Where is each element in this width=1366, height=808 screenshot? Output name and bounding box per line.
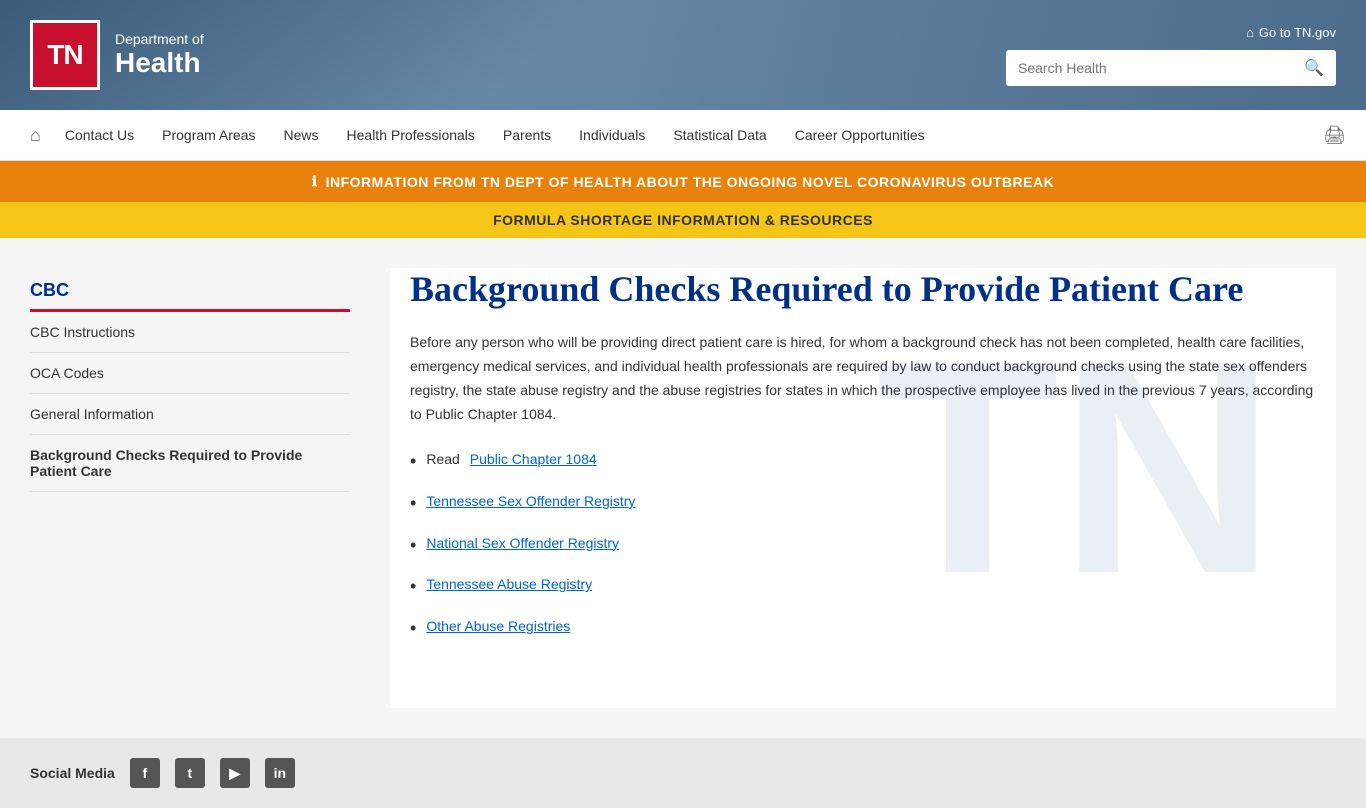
sidebar-item-background-checks[interactable]: Background Checks Required to Provide Pa… [30,435,350,492]
dept-text: Department of Health [115,31,204,79]
youtube-icon[interactable]: ▶ [220,758,250,788]
page-content: Background Checks Required to Provide Pa… [390,268,1336,639]
nav-program-areas[interactable]: Program Areas [148,110,269,160]
tn-sex-offender-link[interactable]: Tennessee Sex Offender Registry [426,493,635,509]
formula-shortage-text: FORMULA SHORTAGE INFORMATION & RESOURCES [493,212,873,228]
logo-area: TN Department of Health [30,20,204,90]
info-icon: ℹ [312,173,318,190]
site-header: TN Department of Health ⌂ Go to TN.gov 🔍 [0,0,1366,110]
dept-of-label: Department of [115,31,204,47]
coronavirus-banner[interactable]: ℹ INFORMATION FROM TN DEPT OF HEALTH ABO… [0,161,1366,202]
home-icon: ⌂ [1246,25,1254,40]
list-item-national-sex-offender: National Sex Offender Registry [410,535,1316,557]
health-label: Health [115,47,204,79]
nav-parents[interactable]: Parents [489,110,565,160]
list-item-public-chapter: Read Public Chapter 1084 [410,451,1316,473]
sidebar-item-cbc-instructions[interactable]: CBC Instructions [30,312,350,353]
nav-career-opportunities[interactable]: Career Opportunities [781,110,939,160]
tn-abuse-registry-link[interactable]: Tennessee Abuse Registry [426,576,592,592]
other-abuse-registries-link[interactable]: Other Abuse Registries [426,618,570,634]
go-to-tn-text: Go to TN.gov [1259,25,1336,40]
facebook-icon[interactable]: f [130,758,160,788]
footer: Social Media f t ▶ in [0,738,1366,808]
coronavirus-banner-text: INFORMATION FROM TN DEPT OF HEALTH ABOUT… [326,174,1055,190]
search-bar: 🔍 [1006,50,1336,86]
nav-news[interactable]: News [270,110,333,160]
search-input[interactable] [1006,52,1292,84]
sidebar-item-cbc[interactable]: CBC [30,268,350,312]
tn-logo: TN [30,20,100,90]
formula-shortage-banner[interactable]: FORMULA SHORTAGE INFORMATION & RESOURCES [0,202,1366,238]
national-sex-offender-link[interactable]: National Sex Offender Registry [426,535,619,551]
list-item-tn-abuse-registry: Tennessee Abuse Registry [410,576,1316,598]
nav-statistical-data[interactable]: Statistical Data [659,110,780,160]
nav-home-icon[interactable]: ⌂ [20,125,51,146]
sidebar: CBC CBC Instructions OCA Codes General I… [30,268,350,708]
page-title: Background Checks Required to Provide Pa… [410,268,1316,311]
search-button[interactable]: 🔍 [1292,50,1336,86]
read-prefix: Read [426,451,459,467]
header-right: ⌂ Go to TN.gov 🔍 [1006,25,1336,86]
nav-contact-us[interactable]: Contact Us [51,110,148,160]
go-to-tn-link[interactable]: ⌂ Go to TN.gov [1246,25,1336,40]
sidebar-item-general-information[interactable]: General Information [30,394,350,435]
public-chapter-link[interactable]: Public Chapter 1084 [470,451,597,467]
nav-individuals[interactable]: Individuals [565,110,659,160]
page-body: Before any person who will be providing … [410,331,1316,426]
nav-health-professionals[interactable]: Health Professionals [333,110,489,160]
linkedin-icon[interactable]: in [265,758,295,788]
links-list: Read Public Chapter 1084 Tennessee Sex O… [410,451,1316,639]
sidebar-item-oca-codes[interactable]: OCA Codes [30,353,350,394]
list-item-other-abuse: Other Abuse Registries [410,618,1316,640]
social-media-label: Social Media [30,765,115,781]
twitter-icon[interactable]: t [175,758,205,788]
list-item-tn-sex-offender: Tennessee Sex Offender Registry [410,493,1316,515]
main-container: CBC CBC Instructions OCA Codes General I… [0,238,1366,738]
print-icon[interactable]: 🖨 [1323,125,1346,146]
main-nav: ⌂ Contact Us Program Areas News Health P… [0,110,1366,161]
